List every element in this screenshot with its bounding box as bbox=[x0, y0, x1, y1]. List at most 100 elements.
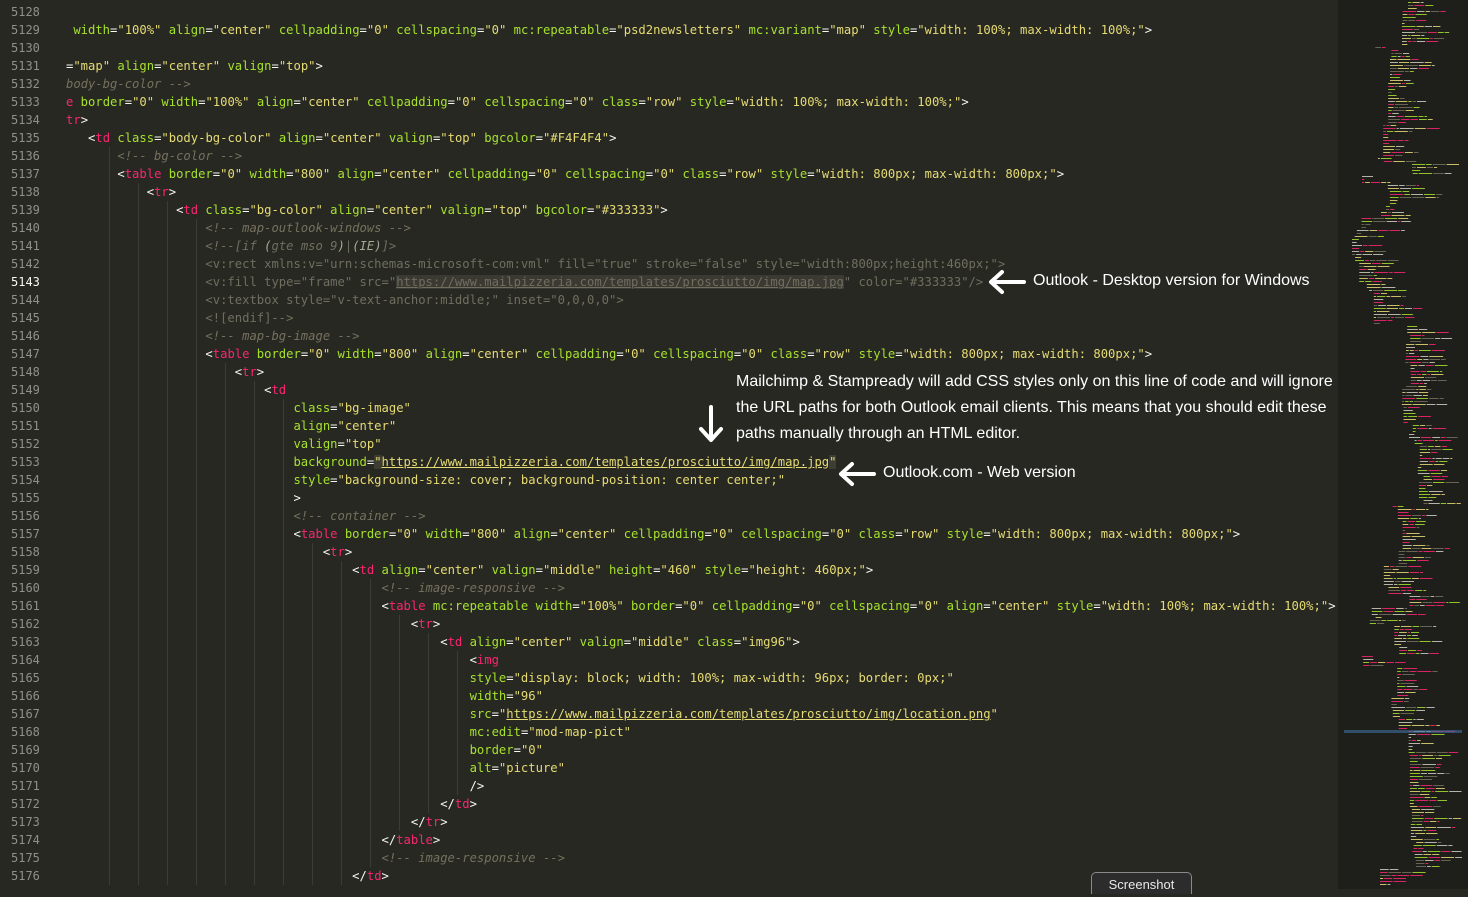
code-token: "0" bbox=[132, 95, 155, 109]
code-token: tr bbox=[66, 113, 81, 127]
code-token: "width: 100%; max-width: 100%;" bbox=[733, 95, 962, 109]
code-line[interactable]: border="0" bbox=[66, 741, 1338, 759]
minimap-line bbox=[1406, 557, 1412, 558]
minimap-line bbox=[1401, 56, 1405, 57]
minimap-viewport-marker[interactable] bbox=[1344, 730, 1462, 733]
code-line[interactable]: style="display: block; width: 100%; max-… bbox=[66, 669, 1338, 687]
code-line[interactable]: <img bbox=[66, 651, 1338, 669]
line-number: 5145 bbox=[11, 311, 40, 325]
line-number: 5150 bbox=[11, 401, 40, 415]
minimap-line bbox=[1381, 284, 1386, 285]
code-line[interactable]: src= "https://www.mailpizzeria.com/templa… bbox=[66, 705, 1338, 723]
minimap-line bbox=[1395, 101, 1408, 102]
code-token: < bbox=[469, 653, 477, 667]
code-line[interactable]: <tr> bbox=[66, 615, 1338, 633]
minimap-line bbox=[1431, 797, 1437, 798]
minimap-line bbox=[1365, 182, 1370, 183]
code-line[interactable]: mc:edit="mod-map-pict" bbox=[66, 723, 1338, 741]
code-line[interactable]: ="map" align="center" valign="top"> bbox=[66, 57, 1338, 75]
minimap-line bbox=[1435, 791, 1449, 792]
code-line[interactable]: <table border="0" width="800" align="cen… bbox=[66, 165, 1338, 183]
code-line[interactable]: </tr> bbox=[66, 813, 1338, 831]
code-line[interactable]: <td class="body-bg-color" align="center"… bbox=[66, 129, 1338, 147]
code-token: = bbox=[638, 95, 646, 109]
minimap-line bbox=[1417, 473, 1430, 474]
code-line[interactable]: <!-- image-responsive --> bbox=[66, 849, 1338, 867]
code-line[interactable]: </table> bbox=[66, 831, 1338, 849]
minimap-line bbox=[1446, 437, 1458, 438]
minimap-line bbox=[1391, 53, 1394, 54]
code-line[interactable]: body-bg-color --> bbox=[66, 75, 1338, 93]
code-line[interactable]: <!-- image-responsive --> bbox=[66, 579, 1338, 597]
minimap-line bbox=[1410, 335, 1422, 336]
minimap-line bbox=[1366, 284, 1381, 285]
code-line[interactable]: <table border="0" width="800" align="cen… bbox=[66, 525, 1338, 543]
code-line[interactable]: width="96" bbox=[66, 687, 1338, 705]
minimap-line bbox=[1398, 290, 1407, 291]
code-token: table bbox=[212, 347, 250, 361]
minimap-line bbox=[1408, 8, 1417, 9]
code-area[interactable]: width="100%" align="center" cellpadding=… bbox=[66, 3, 1338, 885]
code-token: <v:rect xmlns:v="urn:schemas-microsoft-c… bbox=[205, 257, 1006, 271]
code-line[interactable]: /> bbox=[66, 777, 1338, 795]
code-token: align bbox=[293, 419, 331, 433]
code-line[interactable]: <td align="center" valign="middle" heigh… bbox=[66, 561, 1338, 579]
code-line[interactable]: alt="picture" bbox=[66, 759, 1338, 777]
code-line[interactable] bbox=[66, 39, 1338, 57]
minimap-line bbox=[1372, 218, 1384, 219]
code-line[interactable]: > bbox=[66, 489, 1338, 507]
code-line[interactable] bbox=[66, 3, 1338, 21]
minimap-line bbox=[1411, 632, 1419, 633]
minimap[interactable] bbox=[1338, 0, 1468, 889]
code-line[interactable]: <tr> bbox=[66, 543, 1338, 561]
line-number: 5149 bbox=[11, 383, 40, 397]
code-line[interactable]: style="background-size: cover; backgroun… bbox=[66, 471, 1338, 489]
minimap-line bbox=[1389, 200, 1398, 201]
minimap-line bbox=[1405, 56, 1410, 57]
minimap-line bbox=[1399, 632, 1407, 633]
minimap-line bbox=[1395, 149, 1401, 150]
minimap-line bbox=[1413, 848, 1418, 849]
code-token: tr bbox=[418, 617, 433, 631]
minimap-line bbox=[1433, 464, 1445, 465]
code-line[interactable]: background="https://www.mailpizzeria.com… bbox=[66, 453, 1338, 471]
code-line[interactable]: tr> bbox=[66, 111, 1338, 129]
minimap-line bbox=[1408, 734, 1416, 735]
code-line[interactable]: e border="0" width="100%" align="center"… bbox=[66, 93, 1338, 111]
minimap-line bbox=[1444, 173, 1452, 174]
code-line[interactable]: <!--[if (gte mso 9)|(IE)]> bbox=[66, 237, 1338, 255]
code-line[interactable]: <table mc:repeatable width="100%" border… bbox=[66, 597, 1338, 615]
code-line[interactable]: <!-- map-outlook-windows --> bbox=[66, 219, 1338, 237]
code-line[interactable]: <tr> bbox=[66, 183, 1338, 201]
code-line[interactable]: </td> bbox=[66, 795, 1338, 813]
minimap-line bbox=[1416, 824, 1422, 825]
code-line[interactable]: <!-- map-bg-image --> bbox=[66, 327, 1338, 345]
code-token: <!-- bg-color --> bbox=[117, 149, 243, 163]
code-token: = bbox=[374, 347, 382, 361]
minimap-line bbox=[1381, 293, 1387, 294]
code-token: style bbox=[682, 95, 727, 109]
minimap-line bbox=[1409, 785, 1413, 786]
minimap-line bbox=[1394, 53, 1402, 54]
minimap-line bbox=[1369, 260, 1376, 261]
code-line[interactable]: <![endif]--> bbox=[66, 309, 1338, 327]
screenshot-tab[interactable]: Screenshot bbox=[1091, 872, 1192, 894]
minimap-line bbox=[1359, 275, 1373, 276]
code-editor[interactable]: 5128 5129 5130 5131 5132 5133 5134 5135 5136 5137… bbox=[0, 0, 1338, 889]
minimap-line bbox=[1417, 374, 1422, 375]
code-line[interactable]: <td align="center" valign="middle" class… bbox=[66, 633, 1338, 651]
code-line[interactable]: <td class="bg-color" align="center" vali… bbox=[66, 201, 1338, 219]
minimap-line bbox=[1366, 287, 1381, 288]
minimap-line bbox=[1412, 164, 1426, 165]
code-line[interactable]: width="100%" align="center" cellpadding=… bbox=[66, 21, 1338, 39]
minimap-line bbox=[1360, 251, 1365, 252]
code-token: "0" bbox=[572, 95, 595, 109]
code-line[interactable]: <!-- container --> bbox=[66, 507, 1338, 525]
minimap-line bbox=[1416, 710, 1425, 711]
code-line[interactable]: <table border="0" width="800" align="cen… bbox=[66, 345, 1338, 363]
minimap-line bbox=[1418, 386, 1427, 387]
code-line[interactable]: <!-- bg-color --> bbox=[66, 147, 1338, 165]
code-token: "width: 100%; max-width: 100%;" bbox=[1100, 599, 1329, 613]
code-token: < bbox=[440, 635, 448, 649]
